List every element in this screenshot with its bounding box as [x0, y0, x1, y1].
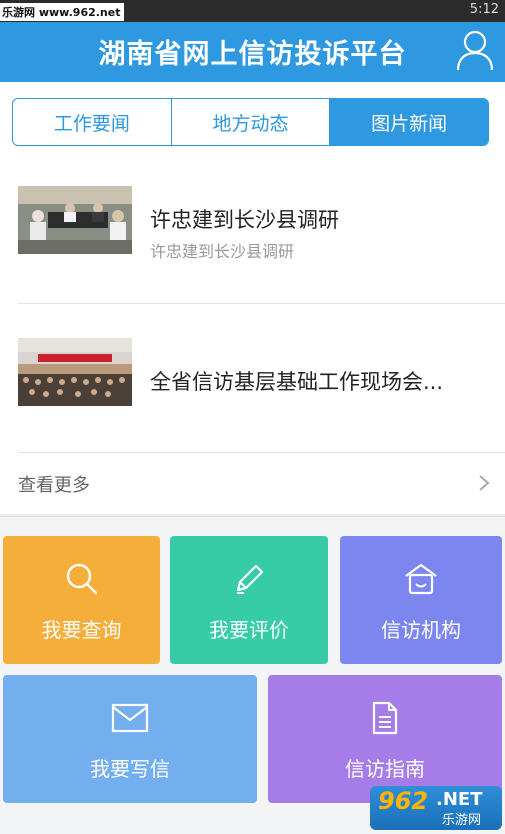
- watermark-logo: 962 .NET 乐游网: [370, 786, 502, 830]
- news-thumbnail: [18, 186, 132, 254]
- watermark-net: .NET: [436, 789, 483, 810]
- evaluate-button[interactable]: 我要评价: [170, 536, 328, 664]
- news-title: 全省信访基层基础工作现场会...: [150, 370, 444, 394]
- view-more-link[interactable]: 查看更多: [0, 453, 505, 514]
- tab-photo-news[interactable]: 图片新闻: [330, 99, 488, 145]
- news-thumbnail: [18, 338, 132, 406]
- evaluate-label: 我要评价: [209, 618, 289, 642]
- status-bar: 乐游网 www.962.net 5:12: [0, 0, 505, 22]
- user-icon[interactable]: [455, 28, 495, 72]
- view-more-label: 查看更多: [18, 475, 90, 496]
- write-letter-button[interactable]: 我要写信: [3, 675, 257, 803]
- search-icon: [66, 563, 97, 595]
- pen-icon: [236, 564, 264, 594]
- guide-button[interactable]: 信访指南: [268, 675, 502, 803]
- news-subtitle: 许忠建到长沙县调研: [150, 242, 295, 261]
- watermark-top: 乐游网 www.962.net: [0, 3, 125, 21]
- status-time: 5:12: [469, 2, 499, 17]
- tab-work-news[interactable]: 工作要闻: [13, 99, 172, 145]
- tab-local-news[interactable]: 地方动态: [172, 99, 331, 145]
- news-title: 许忠建到长沙县调研: [150, 208, 339, 232]
- institution-label: 信访机构: [381, 618, 461, 642]
- mail-icon: [111, 703, 149, 733]
- write-letter-label: 我要写信: [90, 757, 170, 781]
- house-icon: [405, 563, 437, 595]
- news-item[interactable]: 全省信访基层基础工作现场会...: [0, 304, 505, 454]
- watermark-cn: 乐游网: [442, 813, 482, 828]
- news-tabs: 工作要闻 地方动态 图片新闻: [12, 98, 489, 146]
- chevron-right-icon: [479, 475, 490, 491]
- guide-label: 信访指南: [345, 757, 425, 781]
- watermark-number: 962: [378, 787, 429, 815]
- page-title: 湖南省网上信访投诉平台: [98, 39, 407, 70]
- app-header: 湖南省网上信访投诉平台: [0, 22, 505, 82]
- query-button[interactable]: 我要查询: [3, 536, 160, 664]
- institution-button[interactable]: 信访机构: [340, 536, 502, 664]
- query-label: 我要查询: [41, 618, 122, 642]
- document-icon: [372, 701, 398, 735]
- news-item[interactable]: 许忠建到长沙县调研 许忠建到长沙县调研: [0, 152, 505, 302]
- news-panel: 工作要闻 地方动态 图片新闻 许忠建到长沙县调研 许忠建到长沙县调研 全省信访基…: [0, 82, 505, 514]
